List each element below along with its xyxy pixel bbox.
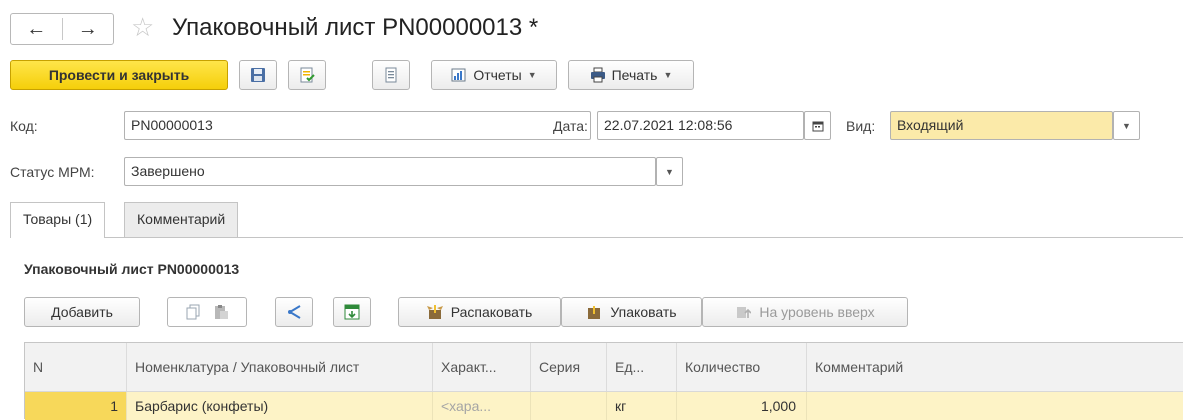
tab-goods[interactable]: Товары (1) [10,202,106,238]
post-and-close-button[interactable]: Провести и закрыть [10,60,228,90]
status-dropdown-button[interactable]: ▼ [656,157,683,186]
date-field[interactable]: 22.07.2021 12:08:56 [597,111,804,140]
unpack-button[interactable]: Распаковать [398,297,561,327]
navigation-buttons: ← → [10,13,114,45]
split-button[interactable] [275,297,313,327]
add-button[interactable]: Добавить [24,297,140,327]
copy-button[interactable] [185,304,201,320]
arrow-right-icon: → [77,17,98,40]
tab-comment-label: Комментарий [137,211,226,227]
add-label: Добавить [51,304,113,320]
unpack-label: Распаковать [450,304,533,320]
column-header-series[interactable]: Серия [531,343,607,391]
table-row[interactable]: 1 Барбарис (конфеты) <хара... кг 1,000 [25,392,1183,420]
reports-icon [451,68,466,82]
window-title: Упаковочный лист PN00000013 * [172,14,539,41]
save-button[interactable] [239,60,277,90]
section-title: Упаковочный лист PN00000013 [24,261,240,277]
pack-button[interactable]: Упаковать [561,297,702,327]
packing-table: N Номенклатура / Упаковочный лист Характ… [24,342,1183,420]
kind-select[interactable]: Входящий [890,111,1113,140]
table-fill-icon [344,304,360,320]
document-list-button[interactable] [372,60,410,90]
paste-icon [215,305,228,319]
column-header-characteristic[interactable]: Характ... [433,343,531,391]
printer-icon [590,67,605,83]
copy-paste-group [167,297,247,327]
column-header-comment[interactable]: Комментарий [807,343,1183,391]
level-up-button[interactable]: На уровень вверх [702,297,908,327]
tab-strip-line [10,237,1183,238]
code-field[interactable]: PN00000013 [124,111,591,140]
pack-box-icon [588,306,601,319]
calendar-icon [812,121,823,131]
split-arrows-icon [288,305,301,319]
post-and-close-label: Провести и закрыть [48,67,190,83]
document-list-icon [385,67,397,83]
back-button[interactable]: ← [11,14,62,44]
chevron-down-icon: ▼ [527,70,537,80]
cell-comment[interactable] [807,392,1183,420]
copy-icon [186,304,200,320]
column-header-unit[interactable]: Ед... [607,343,677,391]
level-up-icon [737,307,752,318]
fill-down-button[interactable] [333,297,371,327]
status-label: Статус МРМ: [10,164,95,180]
print-label: Печать [611,67,658,83]
cell-characteristic[interactable]: <хара... [433,392,531,420]
column-header-quantity[interactable]: Количество [677,343,807,391]
code-label: Код: [10,118,38,134]
chevron-down-icon: ▼ [665,166,674,177]
tab-goods-label: Товары (1) [23,211,93,227]
arrow-left-icon: ← [26,17,47,40]
cell-unit[interactable]: кг [607,392,677,420]
save-icon [251,68,265,82]
kind-dropdown-button[interactable]: ▼ [1113,111,1140,140]
cell-nomenclature[interactable]: Барбарис (конфеты) [127,392,433,420]
column-header-nomenclature[interactable]: Номенклатура / Упаковочный лист [127,343,433,391]
star-outline-icon[interactable]: ☆ [131,12,154,42]
table-header: N Номенклатура / Упаковочный лист Характ… [25,343,1183,392]
tab-comment[interactable]: Комментарий [124,202,239,237]
pack-label: Упаковать [610,304,677,320]
chevron-down-icon: ▼ [663,70,673,80]
forward-button[interactable]: → [63,14,114,44]
cell-series[interactable] [531,392,607,420]
reports-dropdown-button[interactable]: Отчеты ▼ [431,60,557,90]
date-label: Дата: [553,118,588,134]
post-document-icon [300,67,315,83]
print-dropdown-button[interactable]: Печать ▼ [568,60,694,90]
reports-label: Отчеты [473,67,522,83]
chevron-down-icon: ▼ [1122,120,1131,131]
paste-button[interactable] [213,304,229,320]
cell-quantity[interactable]: 1,000 [677,392,807,420]
post-document-button[interactable] [288,60,326,90]
unpack-box-icon [426,305,443,319]
status-select[interactable]: Завершено [124,157,656,186]
calendar-button[interactable] [804,111,831,140]
level-up-label: На уровень вверх [759,304,875,320]
cell-n[interactable]: 1 [25,392,127,420]
kind-label: Вид: [846,118,876,134]
column-header-n[interactable]: N [25,343,127,391]
